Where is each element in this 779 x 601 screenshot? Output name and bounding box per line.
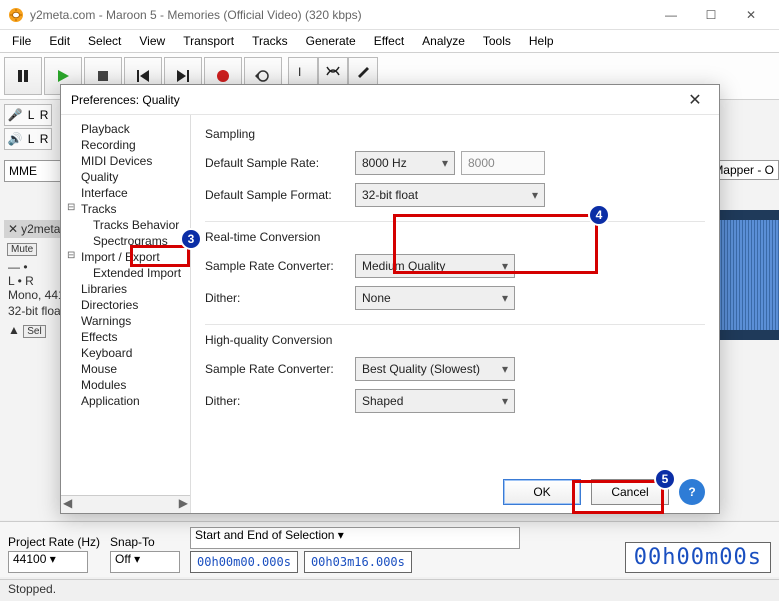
envelope-tool-icon[interactable] [318,57,348,85]
label-hq-dither: Dither: [205,394,355,408]
section-sampling: Sampling [205,127,705,141]
menu-help[interactable]: Help [521,32,562,50]
tree-keyboard[interactable]: Keyboard [63,345,188,361]
minimize-button[interactable]: — [651,1,691,29]
menu-tracks[interactable]: Tracks [244,32,296,50]
tree-hscrollbar[interactable]: ◀▶ [61,495,190,513]
dialog-titlebar: Preferences: Quality ✕ [61,85,719,115]
default-sample-rate-input[interactable]: 8000 [461,151,545,175]
window-titlebar: y2meta.com - Maroon 5 - Memories (Offici… [0,0,779,30]
hq-converter-combo[interactable]: Best Quality (Slowest)▾ [355,357,515,381]
snap-to-label: Snap-To [110,535,180,549]
preferences-dialog: Preferences: Quality ✕ Playback Recordin… [60,84,720,514]
tree-tracks-behavior[interactable]: Tracks Behavior [63,217,188,233]
tree-mouse[interactable]: Mouse [63,361,188,377]
tree-extended-import[interactable]: Extended Import [63,265,188,281]
rt-converter-combo[interactable]: Medium Quality▾ [355,254,515,278]
tree-import-export[interactable]: Import / Export [63,249,188,265]
waveform-display[interactable] [719,210,779,340]
track-name[interactable]: y2meta [21,222,60,236]
menu-transport[interactable]: Transport [175,32,242,50]
project-rate-combo[interactable]: 44100 ▾ [8,551,88,573]
selection-start-time[interactable]: 00h00m00.000s [190,551,298,573]
tree-effects[interactable]: Effects [63,329,188,345]
tree-application[interactable]: Application [63,393,188,409]
tree-warnings[interactable]: Warnings [63,313,188,329]
play-meter-row[interactable]: 🔊LR [4,128,52,150]
play-position-time[interactable]: 00h00m00s [625,542,771,573]
tree-midi[interactable]: MIDI Devices [63,153,188,169]
app-logo-icon [8,7,24,23]
window-title: y2meta.com - Maroon 5 - Memories (Offici… [30,8,651,22]
menu-analyze[interactable]: Analyze [414,32,473,50]
status-bar: Stopped. [0,579,779,601]
select-button[interactable]: Sel [23,325,45,338]
label-rt-converter: Sample Rate Converter: [205,259,355,273]
menu-edit[interactable]: Edit [41,32,78,50]
selection-end-time[interactable]: 00h03m16.000s [304,551,412,573]
cancel-button[interactable]: Cancel [591,479,669,505]
label-default-rate: Default Sample Rate: [205,156,355,170]
section-highq: High-quality Conversion [205,333,705,347]
preferences-panel: Sampling Default Sample Rate: 8000 Hz▾ 8… [191,115,719,513]
selection-tool-icon[interactable]: I [288,57,318,85]
close-button[interactable]: ✕ [731,1,771,29]
hq-dither-combo[interactable]: Shaped▾ [355,389,515,413]
tree-libraries[interactable]: Libraries [63,281,188,297]
default-sample-format-combo[interactable]: 32-bit float▾ [355,183,545,207]
svg-text:I: I [298,65,301,79]
rec-meter-row[interactable]: 🎤LR [4,104,52,126]
audio-host-combo[interactable]: MME [4,160,64,182]
menu-file[interactable]: File [4,32,39,50]
tree-quality[interactable]: Quality [63,169,188,185]
menu-view[interactable]: View [131,32,173,50]
maximize-button[interactable]: ☐ [691,1,731,29]
rt-dither-combo[interactable]: None▾ [355,286,515,310]
draw-tool-icon[interactable] [348,57,378,85]
tree-modules[interactable]: Modules [63,377,188,393]
dialog-close-button[interactable]: ✕ [681,90,709,110]
tree-spectrograms[interactable]: Spectrograms [63,233,188,249]
pause-button[interactable] [4,57,42,95]
track-close-icon[interactable]: ✕ [8,222,18,236]
section-realtime: Real-time Conversion [205,230,705,244]
mute-button[interactable]: Mute [7,243,37,256]
menu-bar: File Edit Select View Transport Tracks G… [0,30,779,53]
tree-directories[interactable]: Directories [63,297,188,313]
menu-select[interactable]: Select [80,32,129,50]
tree-recording[interactable]: Recording [63,137,188,153]
tree-interface[interactable]: Interface [63,185,188,201]
project-rate-label: Project Rate (Hz) [8,535,100,549]
label-hq-converter: Sample Rate Converter: [205,362,355,376]
menu-tools[interactable]: Tools [475,32,519,50]
menu-effect[interactable]: Effect [366,32,412,50]
dialog-title: Preferences: Quality [71,93,681,107]
menu-generate[interactable]: Generate [298,32,364,50]
tree-playback[interactable]: Playback [63,121,188,137]
snap-to-combo[interactable]: Off ▾ [110,551,180,573]
selection-bar: Project Rate (Hz) 44100 ▾ Snap-To Off ▾ … [0,521,779,577]
preferences-tree[interactable]: Playback Recording MIDI Devices Quality … [61,115,191,513]
label-default-format: Default Sample Format: [205,188,355,202]
ok-button[interactable]: OK [503,479,581,505]
mic-icon: 🎤 [8,108,23,122]
help-icon[interactable]: ? [679,479,705,505]
tree-tracks[interactable]: Tracks [63,201,188,217]
default-sample-rate-combo[interactable]: 8000 Hz▾ [355,151,455,175]
selection-mode-combo[interactable]: Start and End of Selection ▾ [190,527,520,549]
speaker-icon: 🔊 [8,132,23,146]
label-rt-dither: Dither: [205,291,355,305]
